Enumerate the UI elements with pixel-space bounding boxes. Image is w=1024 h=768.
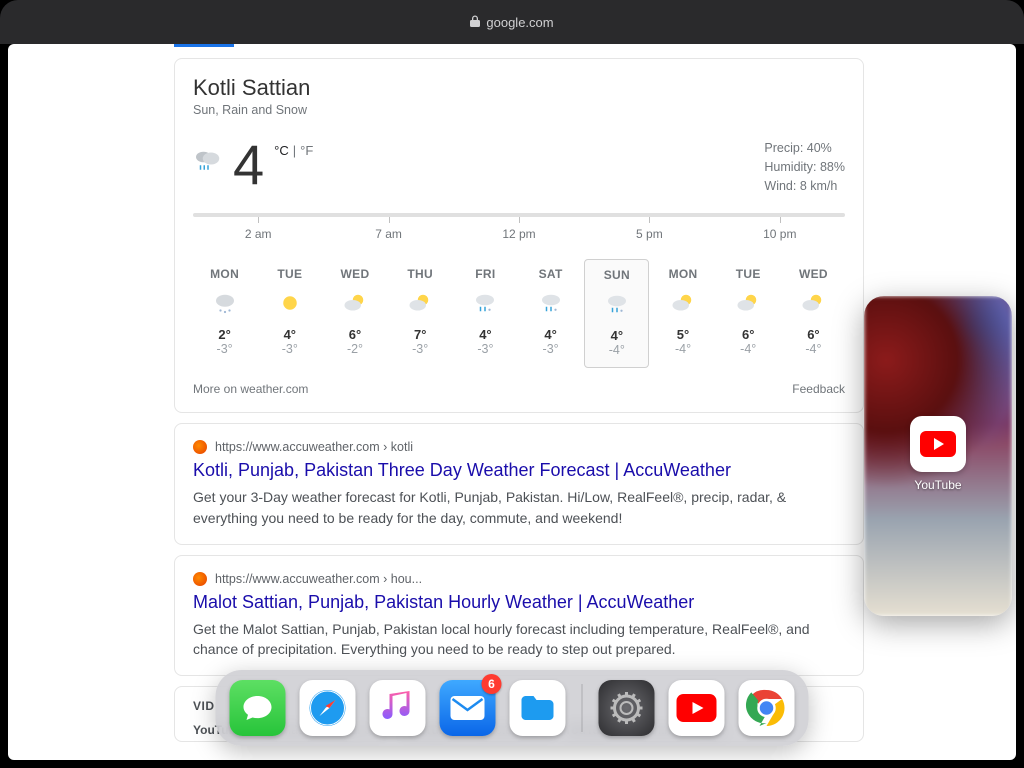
weather-hourly-timeline[interactable]: 2 am 7 am 12 pm 5 pm 10 pm bbox=[193, 213, 845, 253]
forecast-day-icon bbox=[258, 289, 321, 317]
forecast-day[interactable]: SAT 4°-3° bbox=[519, 259, 582, 368]
weather-card: Kotli Sattian Sun, Rain and Snow bbox=[174, 58, 864, 413]
active-tab-indicator bbox=[174, 44, 234, 47]
timeline-hour-label: 12 pm bbox=[502, 227, 535, 241]
forecast-low: -4° bbox=[717, 342, 780, 356]
forecast-day-icon bbox=[651, 289, 714, 317]
forecast-day[interactable]: WED 6°-2° bbox=[323, 259, 386, 368]
forecast-high: 6° bbox=[717, 327, 780, 342]
forecast-day-name: WED bbox=[782, 267, 845, 281]
music-app-icon[interactable] bbox=[370, 680, 426, 736]
weather-feedback-link[interactable]: Feedback bbox=[792, 382, 845, 396]
weather-stats: Precip: 40% Humidity: 88% Wind: 8 km/h bbox=[764, 139, 845, 195]
forecast-low: -4° bbox=[651, 342, 714, 356]
forecast-high: 4° bbox=[519, 327, 582, 342]
forecast-high: 4° bbox=[585, 328, 648, 343]
weather-more-link[interactable]: More on weather.com bbox=[193, 382, 308, 396]
forecast-day[interactable]: TUE 6°-4° bbox=[717, 259, 780, 368]
forecast-day-name: WED bbox=[323, 267, 386, 281]
slideover-app-label: YouTube bbox=[910, 478, 966, 492]
forecast-low: -3° bbox=[519, 342, 582, 356]
forecast-high: 4° bbox=[258, 327, 321, 342]
safari-app-icon[interactable] bbox=[300, 680, 356, 736]
weather-current-icon bbox=[193, 147, 223, 178]
messages-app-icon[interactable] bbox=[230, 680, 286, 736]
forecast-day-name: SUN bbox=[585, 268, 648, 282]
timeline-hour-label: 5 pm bbox=[636, 227, 663, 241]
unit-fahrenheit[interactable]: °F bbox=[300, 143, 313, 158]
forecast-high: 4° bbox=[454, 327, 517, 342]
forecast-day[interactable]: THU 7°-3° bbox=[389, 259, 452, 368]
forecast-low: -3° bbox=[454, 342, 517, 356]
weather-location: Kotli Sattian bbox=[193, 75, 845, 101]
forecast-day[interactable]: MON 2°-3° bbox=[193, 259, 256, 368]
forecast-day-name: TUE bbox=[717, 267, 780, 281]
forecast-low: -3° bbox=[389, 342, 452, 356]
dock: 6 bbox=[216, 670, 809, 746]
unit-celsius[interactable]: °C bbox=[274, 143, 289, 158]
weather-humidity: Humidity: 88% bbox=[764, 158, 845, 177]
forecast-day[interactable]: WED 6°-4° bbox=[782, 259, 845, 368]
forecast-day-icon bbox=[323, 289, 386, 317]
forecast-day-name: MON bbox=[193, 267, 256, 281]
youtube-app-icon[interactable] bbox=[910, 416, 966, 472]
weather-condition: Sun, Rain and Snow bbox=[193, 103, 845, 117]
weather-current-temp: 4 bbox=[233, 137, 264, 193]
search-result[interactable]: https://www.accuweather.com › hou... Mal… bbox=[174, 555, 864, 677]
weather-forecast-row: MON2°-3°TUE4°-3°WED6°-2°THU7°-3°FRI4°-3°… bbox=[193, 259, 845, 368]
url-host: google.com bbox=[486, 15, 553, 30]
forecast-day-name: MON bbox=[651, 267, 714, 281]
result-breadcrumb: https://www.accuweather.com › hou... bbox=[215, 572, 422, 586]
timeline-hour-label: 7 am bbox=[375, 227, 402, 241]
forecast-low: -2° bbox=[323, 342, 386, 356]
forecast-high: 6° bbox=[323, 327, 386, 342]
browser-address-bar[interactable]: google.com bbox=[0, 0, 1024, 44]
dock-separator bbox=[582, 684, 583, 732]
forecast-low: -3° bbox=[258, 342, 321, 356]
search-result[interactable]: https://www.accuweather.com › kotli Kotl… bbox=[174, 423, 864, 545]
slideover-panel[interactable]: YouTube bbox=[864, 296, 1012, 616]
forecast-high: 2° bbox=[193, 327, 256, 342]
forecast-high: 5° bbox=[651, 327, 714, 342]
settings-app-icon[interactable] bbox=[599, 680, 655, 736]
forecast-day[interactable]: TUE 4°-3° bbox=[258, 259, 321, 368]
files-app-icon[interactable] bbox=[510, 680, 566, 736]
forecast-low: -4° bbox=[585, 343, 648, 357]
forecast-day-name: TUE bbox=[258, 267, 321, 281]
forecast-day-icon bbox=[585, 290, 648, 318]
forecast-day-icon bbox=[389, 289, 452, 317]
forecast-high: 7° bbox=[389, 327, 452, 342]
forecast-low: -3° bbox=[193, 342, 256, 356]
timeline-hour-label: 10 pm bbox=[763, 227, 796, 241]
result-title[interactable]: Kotli, Punjab, Pakistan Three Day Weathe… bbox=[193, 460, 845, 481]
forecast-day[interactable]: MON 5°-4° bbox=[651, 259, 714, 368]
forecast-high: 6° bbox=[782, 327, 845, 342]
result-snippet: Get the Malot Sattian, Punjab, Pakistan … bbox=[193, 619, 845, 660]
forecast-day[interactable]: SUN 4°-4° bbox=[584, 259, 649, 368]
accuweather-favicon bbox=[193, 440, 207, 454]
forecast-day-icon bbox=[717, 289, 780, 317]
result-breadcrumb: https://www.accuweather.com › kotli bbox=[215, 440, 413, 454]
forecast-day-icon bbox=[454, 289, 517, 317]
forecast-day-name: FRI bbox=[454, 267, 517, 281]
result-title[interactable]: Malot Sattian, Punjab, Pakistan Hourly W… bbox=[193, 592, 845, 613]
lock-icon bbox=[470, 15, 480, 30]
weather-wind: Wind: 8 km/h bbox=[764, 177, 845, 196]
weather-precip: Precip: 40% bbox=[764, 139, 845, 158]
result-snippet: Get your 3-Day weather forecast for Kotl… bbox=[193, 487, 845, 528]
forecast-day-icon bbox=[782, 289, 845, 317]
accuweather-favicon bbox=[193, 572, 207, 586]
timeline-hour-label: 2 am bbox=[245, 227, 272, 241]
youtube-app-icon[interactable] bbox=[669, 680, 725, 736]
forecast-day-name: SAT bbox=[519, 267, 582, 281]
forecast-day-icon bbox=[193, 289, 256, 317]
chrome-app-icon[interactable] bbox=[739, 680, 795, 736]
forecast-day[interactable]: FRI 4°-3° bbox=[454, 259, 517, 368]
forecast-day-icon bbox=[519, 289, 582, 317]
unit-separator: | bbox=[293, 143, 296, 158]
notification-badge: 6 bbox=[482, 674, 502, 694]
forecast-day-name: THU bbox=[389, 267, 452, 281]
forecast-low: -4° bbox=[782, 342, 845, 356]
